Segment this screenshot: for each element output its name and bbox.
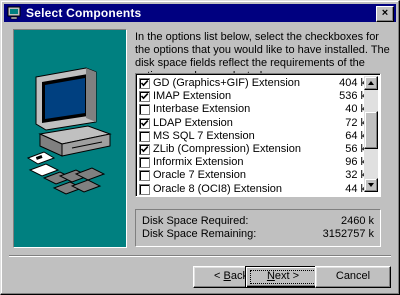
component-size: 44 k	[345, 182, 366, 195]
component-row[interactable]: Interbase Extension 40 k	[138, 103, 366, 116]
checkmark-icon	[140, 80, 149, 87]
component-checkbox[interactable]	[139, 143, 150, 155]
components-rows: GD (Graphics+GIF) Extension 404 k IMAP Ext…	[138, 77, 366, 196]
focus-ring	[250, 270, 316, 284]
component-label: LDAP Extension	[153, 116, 233, 129]
component-checkbox[interactable]	[139, 183, 150, 195]
cancel-button[interactable]: Cancel	[315, 266, 391, 288]
checkmark-icon	[140, 119, 149, 126]
disk-space-required-label: Disk Space Required:	[142, 215, 249, 227]
component-row[interactable]: IMAP Extension 536 k	[138, 90, 366, 103]
back-prefix: <	[214, 270, 224, 282]
checkmark-icon	[140, 93, 149, 100]
arrow-down-icon	[368, 183, 374, 187]
vertical-scrollbar[interactable]	[364, 76, 378, 192]
window-title: Select Components	[26, 6, 142, 20]
setup-illustration	[13, 29, 127, 248]
disk-space-required-value: 2460 k	[340, 215, 374, 227]
component-checkbox[interactable]	[139, 130, 150, 142]
close-button[interactable]: ×	[376, 6, 394, 22]
computer-illustration-icon	[26, 67, 112, 195]
component-size: 96 k	[345, 156, 366, 169]
component-checkbox[interactable]	[139, 78, 150, 89]
setup-app-icon	[7, 6, 21, 20]
component-label: Oracle 8 (OCI8) Extension	[153, 182, 282, 195]
back-mnemonic: B	[223, 270, 231, 282]
component-size: 40 k	[345, 103, 366, 116]
title-bar[interactable]: Select Components ×	[4, 4, 396, 22]
component-label: Oracle 7 Extension	[153, 169, 246, 182]
component-row[interactable]: MS SQL 7 Extension 64 k	[138, 130, 366, 143]
component-checkbox[interactable]	[139, 170, 150, 182]
component-checkbox[interactable]	[139, 117, 150, 129]
component-row[interactable]: GD (Graphics+GIF) Extension 404 k	[138, 77, 366, 90]
component-label: Informix Extension	[153, 156, 244, 169]
component-size: 404 k	[339, 77, 366, 89]
next-button[interactable]: Next >	[245, 266, 321, 288]
component-label: Interbase Extension	[153, 103, 251, 116]
disk-space-panel: Disk Space Required: 2460 k Disk Space R…	[135, 209, 381, 247]
component-row[interactable]: Oracle 7 Extension 32 k	[138, 169, 366, 182]
component-size: 64 k	[345, 129, 366, 142]
disk-space-remaining-value: 3152757 k	[322, 228, 374, 240]
component-label: GD (Graphics+GIF) Extension	[153, 77, 301, 89]
scroll-thumb[interactable]	[364, 111, 378, 149]
component-size: 32 k	[345, 169, 366, 182]
component-label: IMAP Extension	[153, 90, 232, 103]
components-list[interactable]: GD (Graphics+GIF) Extension 404 k IMAP Ext…	[135, 73, 381, 197]
scroll-down-button[interactable]	[364, 178, 378, 192]
setup-window: Select Components × In the options list	[0, 0, 400, 295]
component-label: ZLib (Compression) Extension	[153, 142, 301, 155]
component-checkbox[interactable]	[139, 91, 150, 103]
component-row[interactable]: ZLib (Compression) Extension 56 k	[138, 143, 366, 156]
component-checkbox[interactable]	[139, 157, 150, 169]
disk-space-remaining-label: Disk Space Remaining:	[142, 228, 257, 240]
component-size: 72 k	[345, 116, 366, 129]
component-checkbox[interactable]	[139, 104, 150, 116]
disk-space-remaining-row: Disk Space Remaining: 3152757 k	[142, 228, 374, 241]
arrow-up-icon	[368, 81, 374, 85]
component-size: 56 k	[345, 142, 366, 155]
checkmark-icon	[140, 145, 149, 153]
component-size: 536 k	[339, 90, 366, 103]
button-divider	[9, 255, 391, 257]
component-row[interactable]: LDAP Extension 72 k	[138, 117, 366, 130]
disk-space-required-row: Disk Space Required: 2460 k	[142, 215, 374, 228]
component-row[interactable]: Oracle 8 (OCI8) Extension 44 k	[138, 183, 366, 196]
component-label: MS SQL 7 Extension	[153, 129, 255, 142]
scroll-up-button[interactable]	[364, 76, 378, 90]
component-row[interactable]: Informix Extension 96 k	[138, 156, 366, 169]
